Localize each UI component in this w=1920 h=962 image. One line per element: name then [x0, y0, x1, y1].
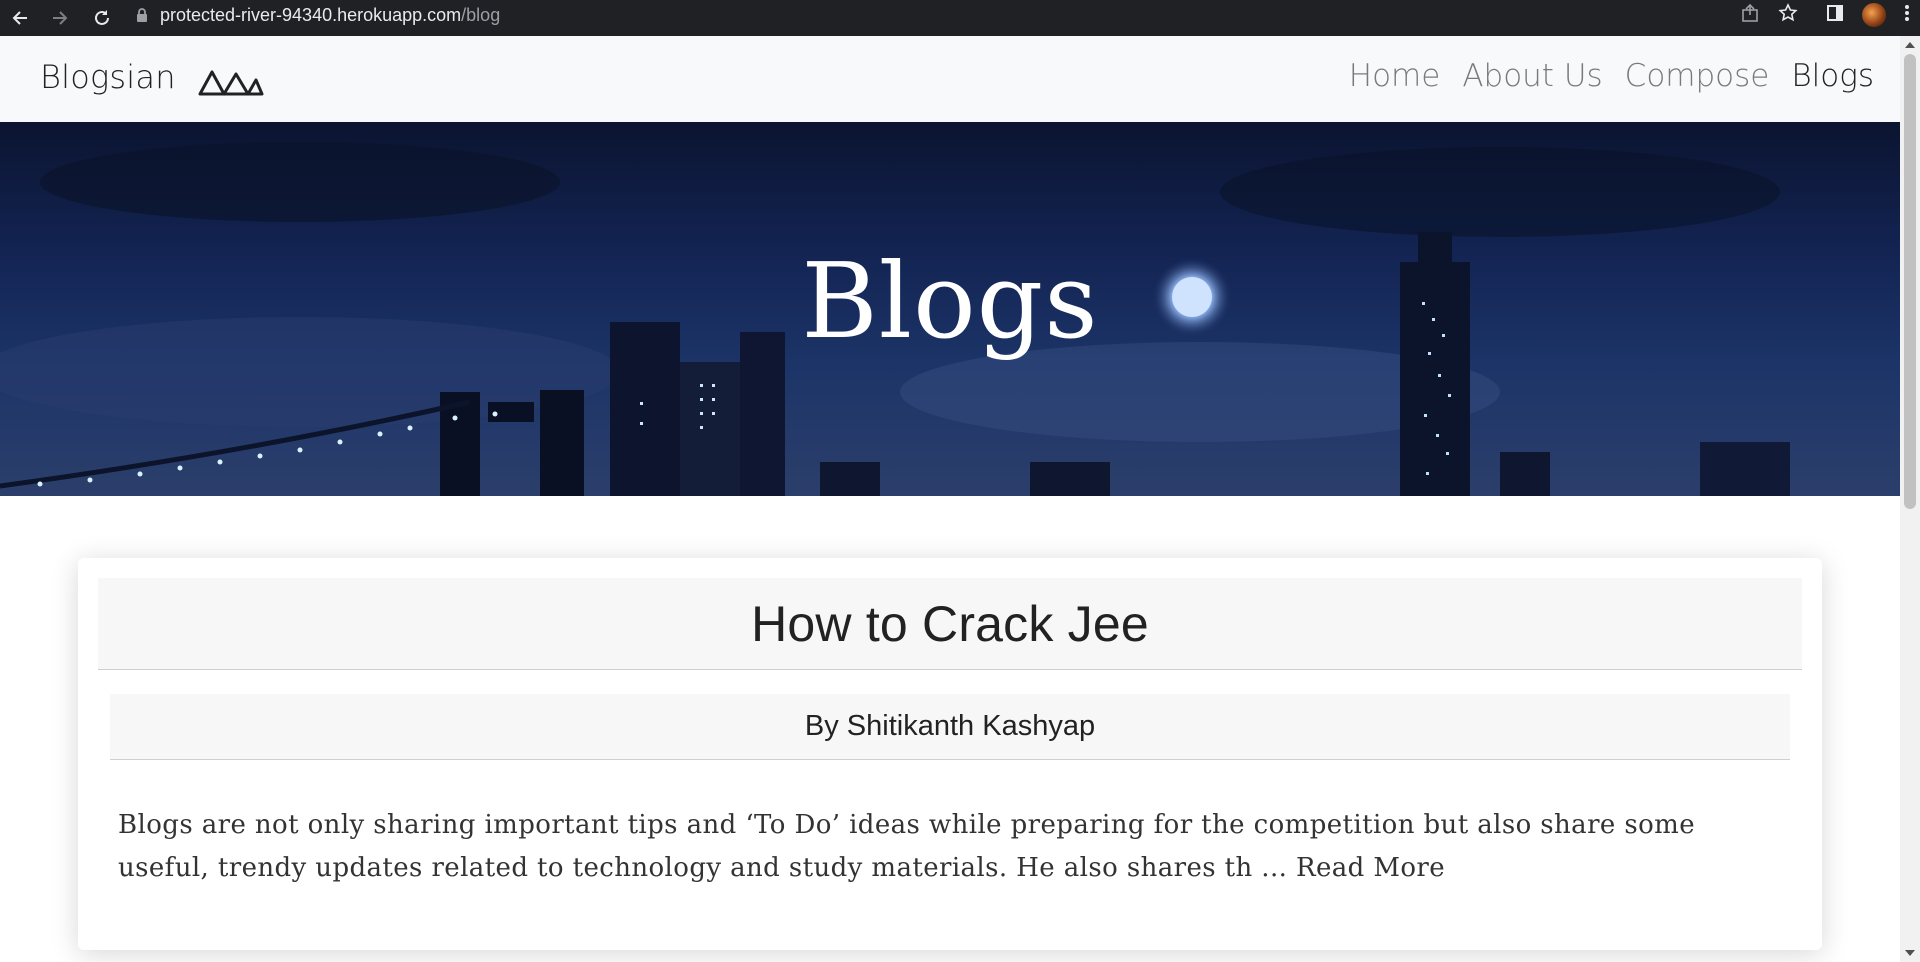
nav-link-about-us[interactable]: About Us [1462, 58, 1602, 94]
hero-title: Blogs [801, 240, 1099, 362]
post-excerpt: Blogs are not only sharing important tip… [118, 804, 1788, 890]
back-icon[interactable] [5, 3, 35, 33]
blog-post-card: How to Crack Jee By Shitikanth Kashyap B… [78, 558, 1822, 950]
brand-name[interactable]: Blogsian [40, 58, 176, 96]
site-navbar: Blogsian Home About Us Compose Blogs [0, 36, 1900, 122]
address-bar[interactable]: protected-river-94340.herokuapp.com/blog [136, 0, 1736, 30]
post-title-bar: How to Crack Jee [98, 578, 1802, 670]
reload-icon[interactable] [87, 3, 117, 33]
post-author-bar: By Shitikanth Kashyap [110, 694, 1790, 760]
nav-link-compose[interactable]: Compose [1625, 58, 1770, 94]
nav-link-blogs[interactable]: Blogs [1791, 58, 1874, 94]
scrollbar-thumb[interactable] [1904, 54, 1916, 509]
forward-icon[interactable] [45, 3, 75, 33]
side-panel-icon[interactable] [1826, 4, 1844, 27]
url-host: protected-river-94340.herokuapp.com [160, 4, 462, 25]
scroll-down-arrow-icon[interactable] [1905, 950, 1915, 956]
hero-banner: Blogs [0, 122, 1900, 496]
nav-links: Home About Us Compose Blogs [1349, 58, 1874, 94]
post-author: By Shitikanth Kashyap [804, 710, 1096, 742]
lock-icon [136, 8, 148, 22]
share-icon[interactable] [1740, 3, 1760, 28]
read-more-link[interactable]: Read More [1296, 853, 1445, 883]
mountain-logo-icon[interactable] [198, 66, 264, 101]
more-menu-icon[interactable] [1904, 3, 1910, 28]
page-scrollbar[interactable] [1900, 36, 1920, 962]
post-title: How to Crack Jee [751, 595, 1149, 652]
nav-link-home[interactable]: Home [1349, 58, 1441, 94]
bookmark-star-icon[interactable] [1778, 2, 1798, 28]
url-path: /blog [461, 4, 501, 25]
post-excerpt-text: Blogs are not only sharing important tip… [118, 810, 1696, 883]
scroll-up-arrow-icon[interactable] [1905, 42, 1915, 48]
profile-avatar[interactable] [1862, 3, 1886, 27]
browser-toolbar: protected-river-94340.herokuapp.com/blog [0, 0, 1920, 36]
